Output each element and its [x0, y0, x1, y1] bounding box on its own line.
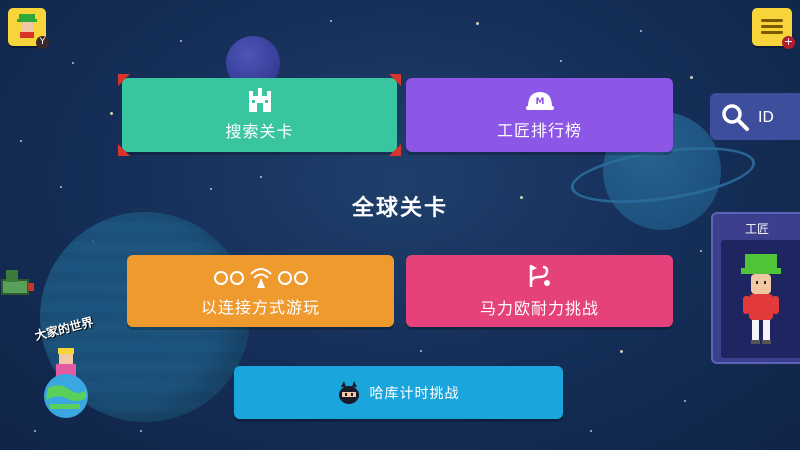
route-flag-icon	[529, 265, 550, 287]
star	[420, 350, 422, 352]
star	[684, 400, 686, 402]
game-screen: Y + 搜索关卡 M 工匠排行榜 全球关卡 以连接方式游玩 马力欧耐力挑战 哈库…	[0, 0, 800, 450]
selection-corner	[389, 144, 401, 156]
ninji-speedrun-label: 哈库计时挑战	[369, 385, 460, 402]
star	[640, 30, 642, 32]
ninji-icon	[338, 380, 359, 404]
player-avatar-button[interactable]: Y	[8, 8, 49, 49]
id-search-button[interactable]: ID	[710, 93, 800, 140]
selection-corner	[118, 74, 130, 86]
maker-profile-panel[interactable]: 工匠	[711, 212, 800, 364]
maker-panel-title: 工匠	[744, 222, 769, 236]
mii-character-icon	[741, 254, 781, 344]
star	[330, 20, 332, 22]
endless-challenge-button[interactable]: 马力欧耐力挑战	[406, 255, 673, 327]
section-title: 全球关卡	[351, 196, 448, 221]
selection-corner	[118, 144, 130, 156]
wireless-players-icon	[213, 268, 308, 288]
menu-button[interactable]: +	[752, 8, 795, 49]
globe-world-icon	[44, 348, 88, 418]
star	[560, 60, 562, 62]
maker-character-frame	[721, 240, 800, 358]
selection-corner	[389, 74, 401, 86]
star	[690, 76, 693, 79]
star	[260, 176, 262, 178]
search-courses-button[interactable]: 搜索关卡	[118, 74, 401, 156]
maker-ranking-label: 工匠排行榜	[496, 121, 582, 140]
star	[110, 112, 113, 115]
castle-icon	[248, 88, 271, 112]
star	[180, 40, 182, 42]
maker-ranking-button[interactable]: M 工匠排行榜	[406, 78, 673, 152]
star	[520, 196, 523, 199]
id-search-label: ID	[758, 107, 774, 126]
ninji-speedrun-button[interactable]: 哈库计时挑战	[234, 366, 563, 419]
star	[476, 22, 479, 25]
maker-helmet-icon: M	[525, 92, 554, 110]
spaceship-icon	[1, 270, 34, 295]
play-online-button[interactable]: 以连接方式游玩	[127, 255, 394, 327]
search-courses-label: 搜索关卡	[225, 122, 294, 141]
course-world-button[interactable]	[40, 346, 92, 418]
star	[590, 430, 592, 432]
star	[620, 350, 623, 353]
star	[34, 430, 36, 432]
search-icon	[722, 103, 749, 131]
play-online-label: 以连接方式游玩	[200, 298, 320, 317]
star	[72, 62, 74, 64]
star	[20, 140, 22, 142]
star	[210, 188, 212, 190]
star	[140, 430, 142, 432]
y-button-badge: Y	[36, 36, 49, 49]
star	[60, 186, 62, 188]
svg-text:M: M	[535, 97, 544, 107]
plus-button-badge: +	[782, 35, 795, 49]
mii-avatar-icon	[17, 14, 37, 38]
endless-challenge-label: 马力欧耐力挑战	[479, 299, 599, 318]
star	[700, 250, 702, 252]
